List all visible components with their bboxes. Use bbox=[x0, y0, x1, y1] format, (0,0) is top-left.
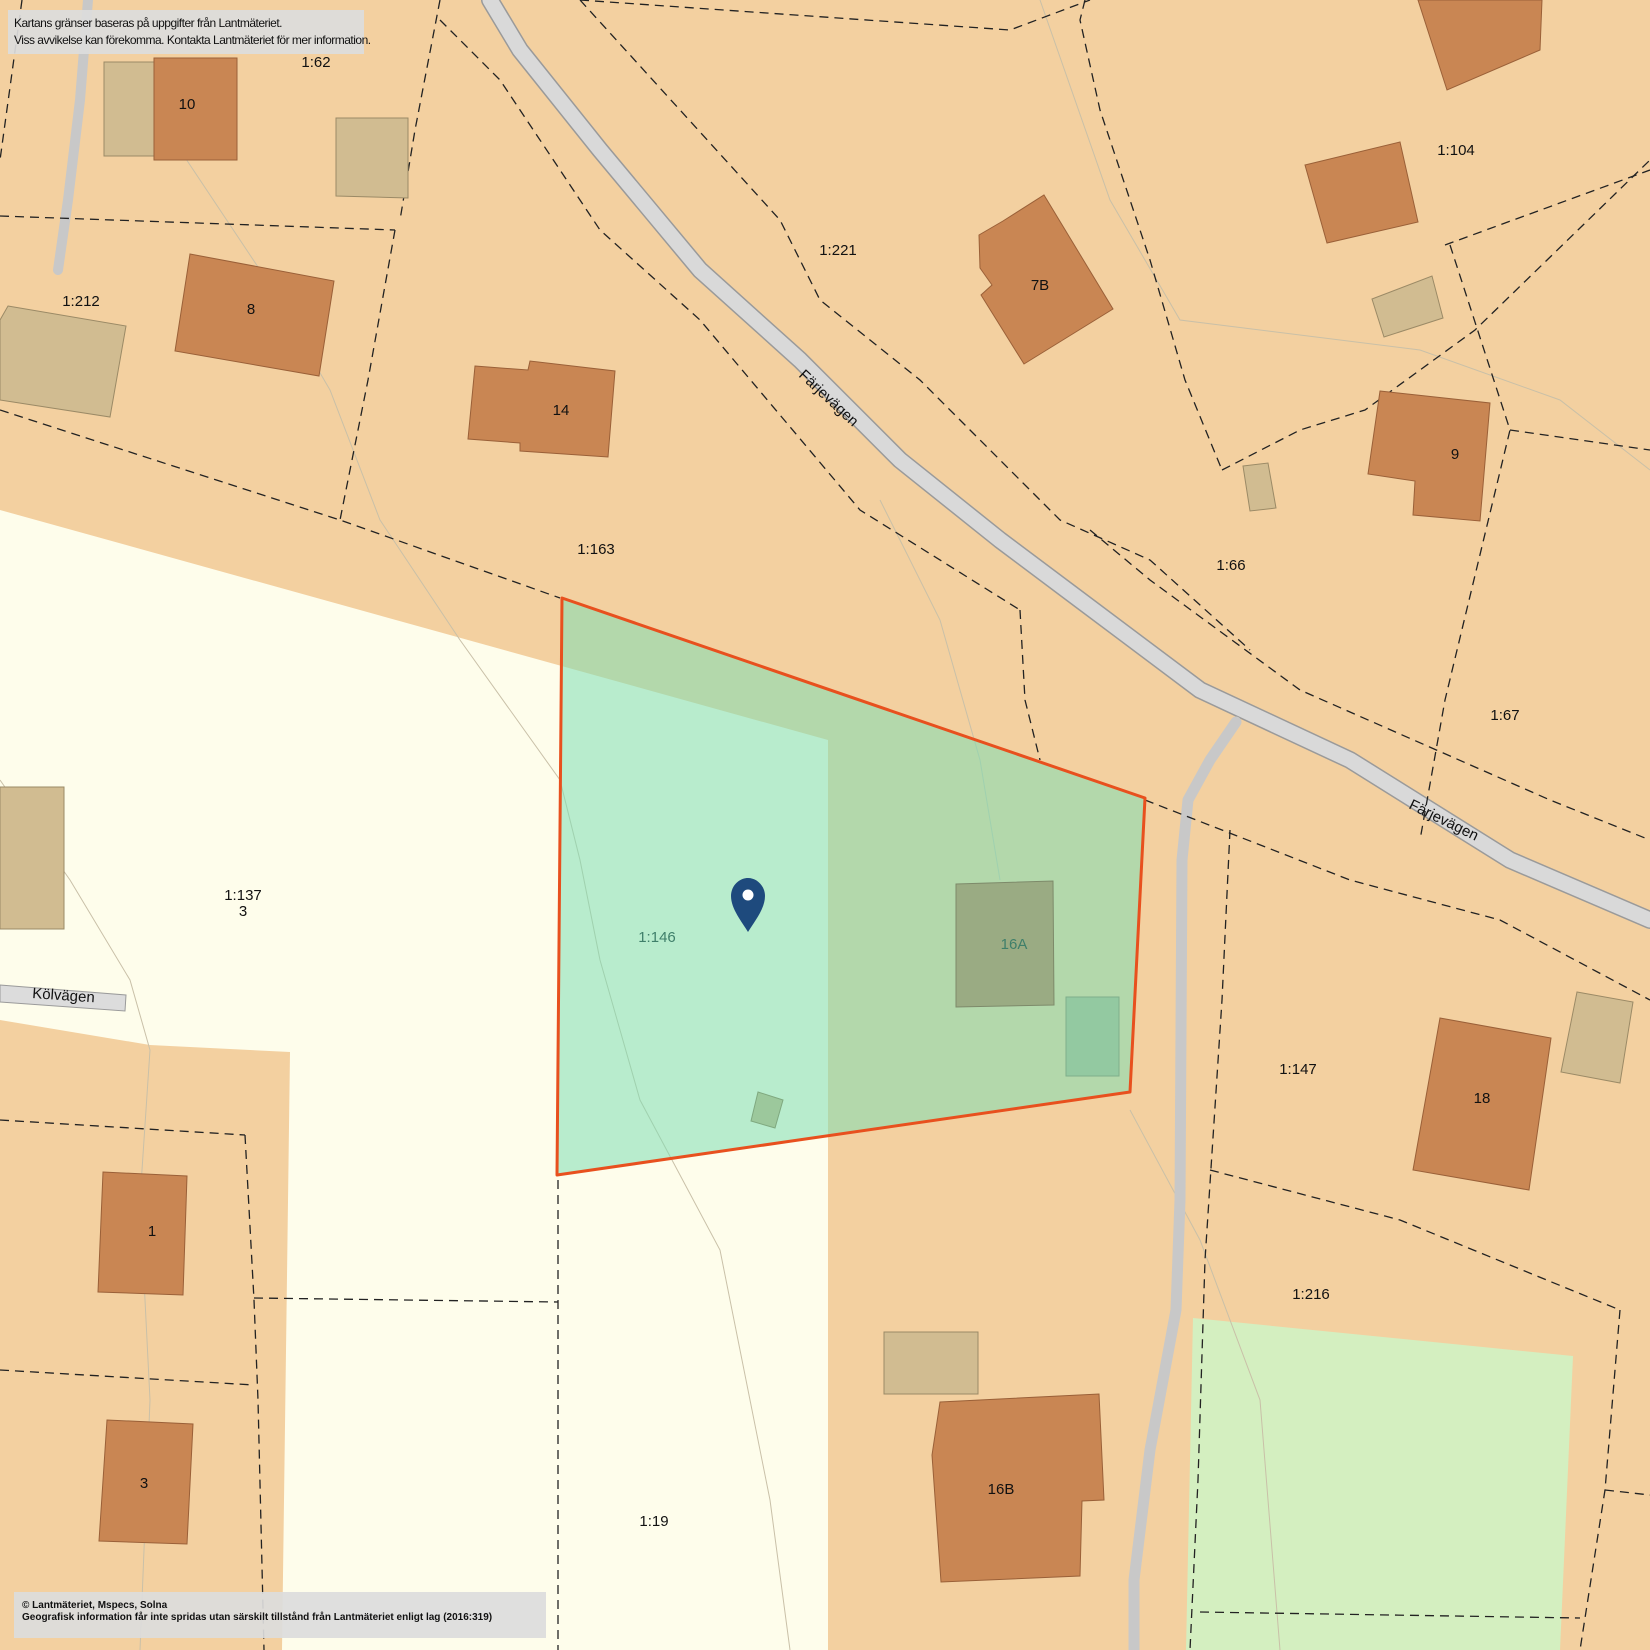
plot-label-1-19: 1:19 bbox=[639, 1513, 668, 1530]
building-10 bbox=[153, 57, 238, 161]
copyright-line-2: Geografisk information får inte spridas … bbox=[22, 1612, 493, 1623]
plot-label-1-137: 1:137 bbox=[224, 887, 262, 904]
plot-sub-label-1-137: 3 bbox=[239, 903, 247, 920]
plot-label-1-146: 1:146 bbox=[638, 929, 676, 946]
plot-label-1-221: 1:221 bbox=[819, 242, 857, 259]
disclaimer-line-1: Kartans gränser baseras på uppgifter frå… bbox=[14, 16, 283, 30]
plot-label-1-163: 1:163 bbox=[577, 541, 615, 558]
property-map[interactable]: Färjevägen Färjevägen Kölvägen 1:62 1:10… bbox=[0, 0, 1650, 1650]
plot-label-1-147: 1:147 bbox=[1279, 1061, 1317, 1078]
plot-label-1-212: 1:212 bbox=[62, 293, 100, 310]
copyright-line-1: © Lantmäteriet, Mspecs, Solna bbox=[22, 1600, 168, 1611]
building-label-18: 18 bbox=[1474, 1090, 1491, 1107]
building-1 bbox=[97, 1171, 188, 1296]
building-label-3: 3 bbox=[140, 1475, 148, 1492]
building-label-16B: 16B bbox=[988, 1481, 1015, 1498]
park-area bbox=[1186, 1318, 1573, 1650]
building-label-9: 9 bbox=[1451, 446, 1459, 463]
plot-label-1-67: 1:67 bbox=[1490, 707, 1519, 724]
disclaimer-line-2: Viss avvikelse kan förekomma. Kontakta L… bbox=[14, 33, 371, 47]
map-copyright: © Lantmäteriet, Mspecs, Solna Geografisk… bbox=[14, 1592, 546, 1638]
plot-label-1-66: 1:66 bbox=[1216, 557, 1245, 574]
map-canvas[interactable]: Färjevägen Färjevägen Kölvägen 1:62 1:10… bbox=[0, 0, 1650, 1650]
outbuilding-16A bbox=[1065, 996, 1120, 1077]
plot-label-1-216: 1:216 bbox=[1292, 1286, 1330, 1303]
building-label-10: 10 bbox=[179, 96, 196, 113]
building-label-1: 1 bbox=[148, 1223, 156, 1240]
building-label-14: 14 bbox=[553, 402, 570, 419]
building-label-16A: 16A bbox=[1001, 936, 1028, 953]
residential-block-southwest bbox=[0, 1020, 290, 1650]
building-label-7B: 7B bbox=[1031, 277, 1049, 294]
map-disclaimer: Kartans gränser baseras på uppgifter frå… bbox=[8, 10, 371, 54]
building-label-8: 8 bbox=[247, 301, 255, 318]
plot-label-1-62: 1:62 bbox=[301, 54, 330, 71]
building-16B bbox=[931, 1393, 1105, 1583]
plot-label-1-104: 1:104 bbox=[1437, 142, 1475, 159]
